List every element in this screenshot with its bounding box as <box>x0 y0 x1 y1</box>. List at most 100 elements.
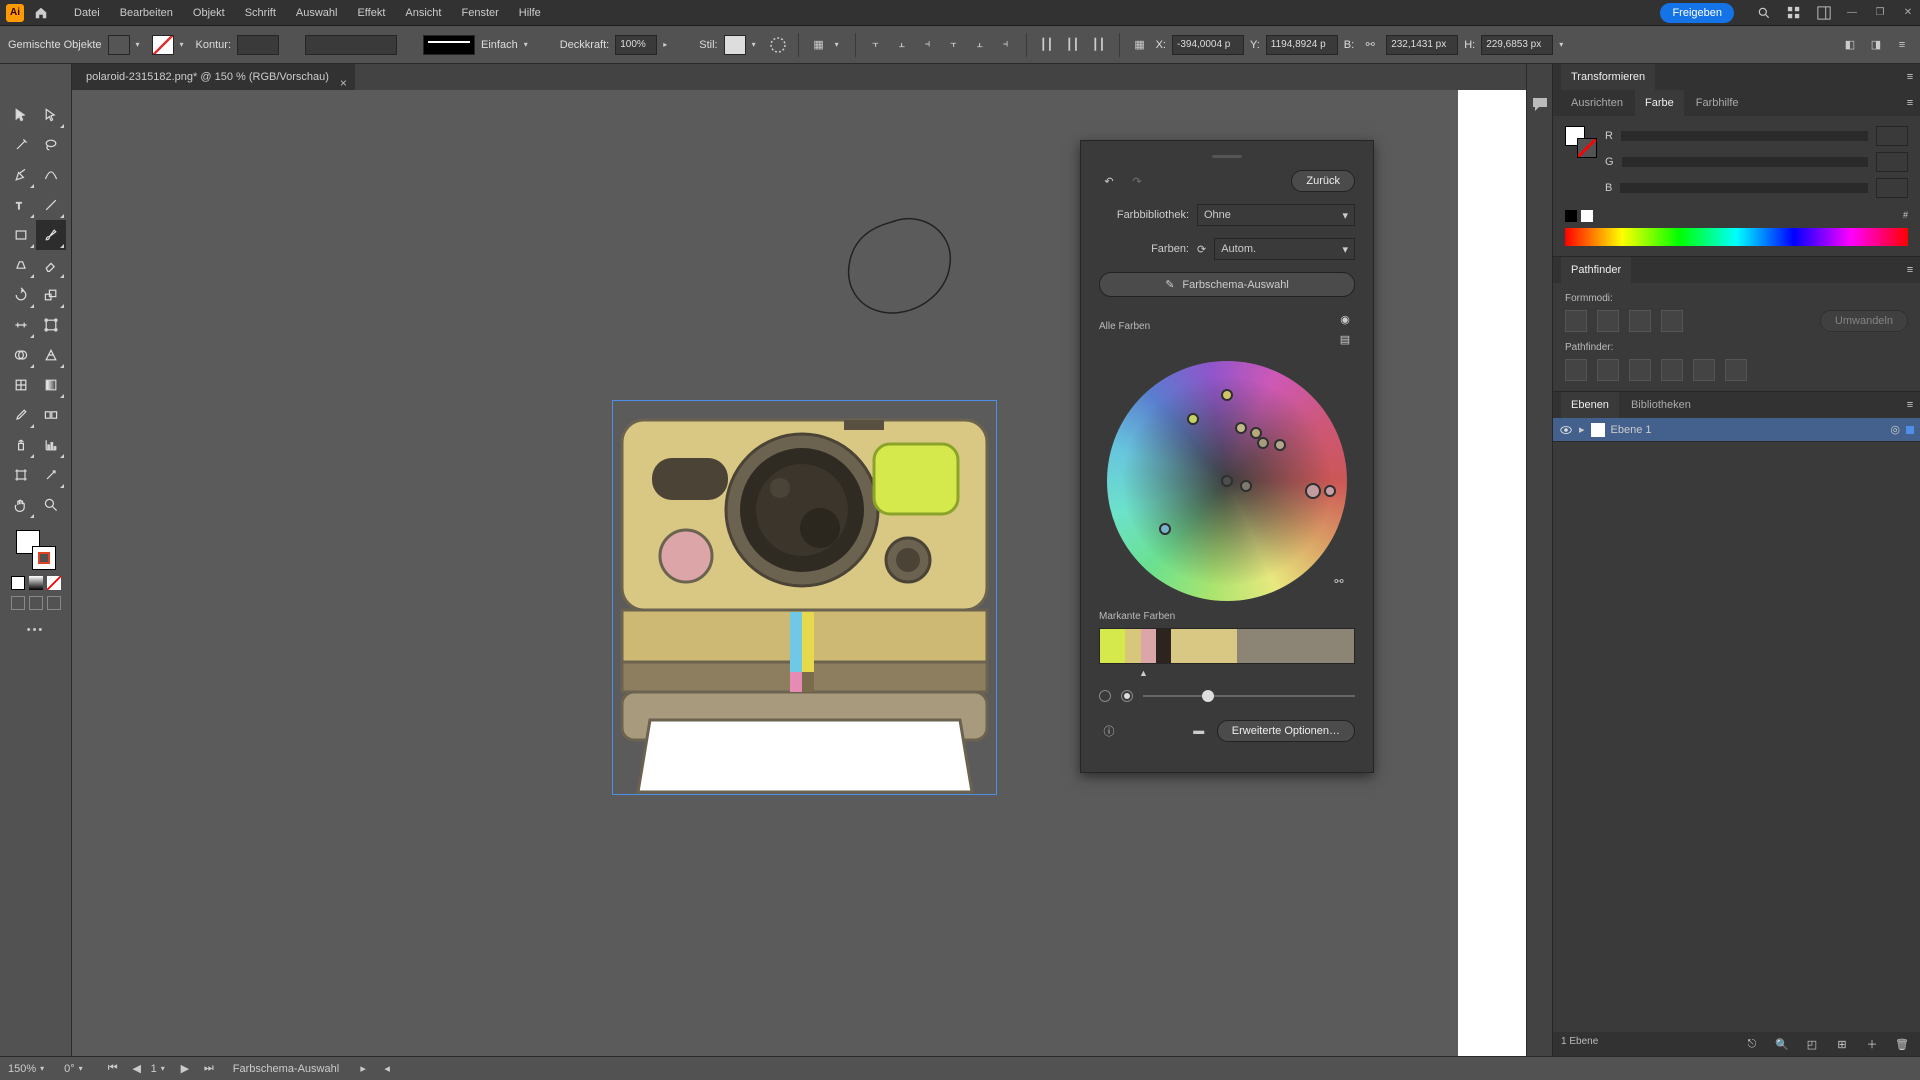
document-tab[interactable]: polaroid-2315182.png* @ 150 % (RGB/Vorsc… <box>72 64 355 90</box>
menu-ansicht[interactable]: Ansicht <box>395 7 451 19</box>
trim-icon[interactable] <box>1597 359 1619 381</box>
next-artboard-icon[interactable]: ▶ <box>175 1059 195 1079</box>
target-icon[interactable]: ◎ <box>1890 423 1900 436</box>
delete-layer-icon[interactable]: 🗑 <box>1892 1034 1912 1054</box>
prominent-color-swatch[interactable] <box>1156 629 1171 663</box>
width-tool[interactable] <box>6 310 36 340</box>
menu-effekt[interactable]: Effekt <box>347 7 395 19</box>
tab-ebenen[interactable]: Ebenen <box>1561 392 1619 418</box>
unite-icon[interactable] <box>1565 310 1587 332</box>
menu-fenster[interactable]: Fenster <box>451 7 508 19</box>
mesh-tool[interactable] <box>6 370 36 400</box>
style-swatch[interactable] <box>724 35 746 55</box>
tab-ausrichten[interactable]: Ausrichten <box>1561 90 1633 116</box>
h-input[interactable] <box>1481 35 1553 55</box>
layer-name-label[interactable]: Ebene 1 <box>1611 424 1652 436</box>
paintbrush-tool[interactable] <box>36 220 66 250</box>
r-input[interactable] <box>1876 126 1908 146</box>
new-sublayer-icon[interactable]: ⊞ <box>1832 1034 1852 1054</box>
menu-datei[interactable]: Datei <box>64 7 110 19</box>
chevron-down-icon[interactable]: ▾ <box>752 40 762 49</box>
align-bottom-icon[interactable]: ⫞ <box>996 35 1016 55</box>
brush-def-swatch[interactable] <box>423 35 475 55</box>
info-icon[interactable]: ⓘ <box>1099 721 1119 741</box>
screen-mode-row[interactable] <box>11 596 61 610</box>
prominent-color-swatch[interactable] <box>1100 629 1125 663</box>
visibility-icon[interactable] <box>1559 423 1573 437</box>
panel-menu-icon[interactable]: ≡ <box>1892 35 1912 55</box>
b-input[interactable] <box>1876 178 1908 198</box>
nav-arrow2-icon[interactable]: ◂ <box>377 1059 397 1079</box>
y-input[interactable] <box>1266 35 1338 55</box>
minus-back-icon[interactable] <box>1725 359 1747 381</box>
free-transform-tool[interactable] <box>36 310 66 340</box>
panel-menu-icon[interactable]: ≡ <box>1900 395 1920 415</box>
menu-auswahl[interactable]: Auswahl <box>286 7 348 19</box>
rectangle-tool[interactable] <box>6 220 36 250</box>
workspace-icon[interactable] <box>1812 1 1836 25</box>
line-tool[interactable] <box>36 190 66 220</box>
hand-tool[interactable] <box>6 490 36 520</box>
wheel-view-icon[interactable]: ◉ <box>1335 309 1355 329</box>
rotate-tool[interactable] <box>6 280 36 310</box>
magic-wand-tool[interactable] <box>6 130 36 160</box>
vp-input[interactable] <box>305 35 397 55</box>
curvature-tool[interactable] <box>36 160 66 190</box>
prominent-color-swatch[interactable] <box>1125 629 1140 663</box>
advanced-options-button[interactable]: Erweiterte Optionen… <box>1217 720 1355 742</box>
perspective-tool[interactable] <box>36 340 66 370</box>
fill-swatch[interactable] <box>108 35 130 55</box>
artboard-tool[interactable] <box>6 460 36 490</box>
back-button[interactable]: Zurück <box>1291 170 1355 192</box>
type-tool[interactable]: T <box>6 190 36 220</box>
minimize-button[interactable]: — <box>1840 3 1864 23</box>
home-icon[interactable] <box>32 4 50 22</box>
chevron-down-icon[interactable]: ▾ <box>136 40 146 49</box>
save-group-icon[interactable]: ▬ <box>1189 721 1209 741</box>
g-input[interactable] <box>1876 152 1908 172</box>
align-left-icon[interactable]: ⫟ <box>866 35 886 55</box>
transform-icon[interactable]: ▦ <box>1130 35 1150 55</box>
artboard-number[interactable]: 1 <box>151 1063 157 1075</box>
link-icon[interactable]: ⚯ <box>1360 35 1380 55</box>
prominent-colors-bar[interactable] <box>1099 628 1355 664</box>
x-input[interactable] <box>1172 35 1244 55</box>
colors-dropdown[interactable]: Autom.▾ <box>1214 238 1355 260</box>
recolor-icon[interactable] <box>768 35 788 55</box>
zoom-value[interactable]: 150% <box>8 1063 36 1075</box>
locate-icon[interactable]: ⎋ <box>1742 1034 1762 1054</box>
chevron-down-icon[interactable]: ▾ <box>1559 40 1569 49</box>
edit-icon[interactable]: ◨ <box>1866 35 1886 55</box>
slice-tool[interactable] <box>36 460 66 490</box>
align-vcenter-icon[interactable]: ⫠ <box>970 35 990 55</box>
stroke-swatch[interactable] <box>152 35 174 55</box>
sat-radio[interactable] <box>1099 690 1111 702</box>
bright-radio[interactable] <box>1121 690 1133 702</box>
gradient-tool[interactable] <box>36 370 66 400</box>
merge-icon[interactable] <box>1629 359 1651 381</box>
clip-mask-icon[interactable]: ◰ <box>1802 1034 1822 1054</box>
dist-h3-icon[interactable]: ┃┃ <box>1089 35 1109 55</box>
color-wheel[interactable]: ⚯ <box>1107 361 1347 601</box>
tab-farbe[interactable]: Farbe <box>1635 90 1684 116</box>
chevron-right-icon[interactable]: ▸ <box>1579 423 1585 436</box>
color-theme-picker-button[interactable]: ✎Farbschema-Auswahl <box>1099 272 1355 297</box>
blend-tool[interactable] <box>36 400 66 430</box>
transform-tab[interactable]: Transformieren <box>1561 64 1655 90</box>
menu-hilfe[interactable]: Hilfe <box>509 7 551 19</box>
menu-objekt[interactable]: Objekt <box>183 7 235 19</box>
nav-arrow-icon[interactable]: ▸ <box>353 1059 373 1079</box>
drawn-blob-path[interactable] <box>842 214 957 320</box>
arrange-icon[interactable] <box>1782 1 1806 25</box>
panel-menu-icon[interactable]: ≡ <box>1900 260 1920 280</box>
isolate-icon[interactable]: ◧ <box>1840 35 1860 55</box>
chevron-down-icon[interactable]: ▾ <box>180 40 190 49</box>
eraser-tool[interactable] <box>36 250 66 280</box>
link-colors-icon[interactable]: ⚯ <box>1329 571 1349 591</box>
more-tools-icon[interactable]: ••• <box>27 624 45 636</box>
color-library-dropdown[interactable]: Ohne▾ <box>1197 204 1355 226</box>
search-icon[interactable] <box>1752 1 1776 25</box>
close-window-button[interactable]: ✕ <box>1896 3 1920 23</box>
first-artboard-icon[interactable]: ⏮ <box>103 1059 123 1079</box>
prominent-color-swatch[interactable] <box>1171 629 1237 663</box>
